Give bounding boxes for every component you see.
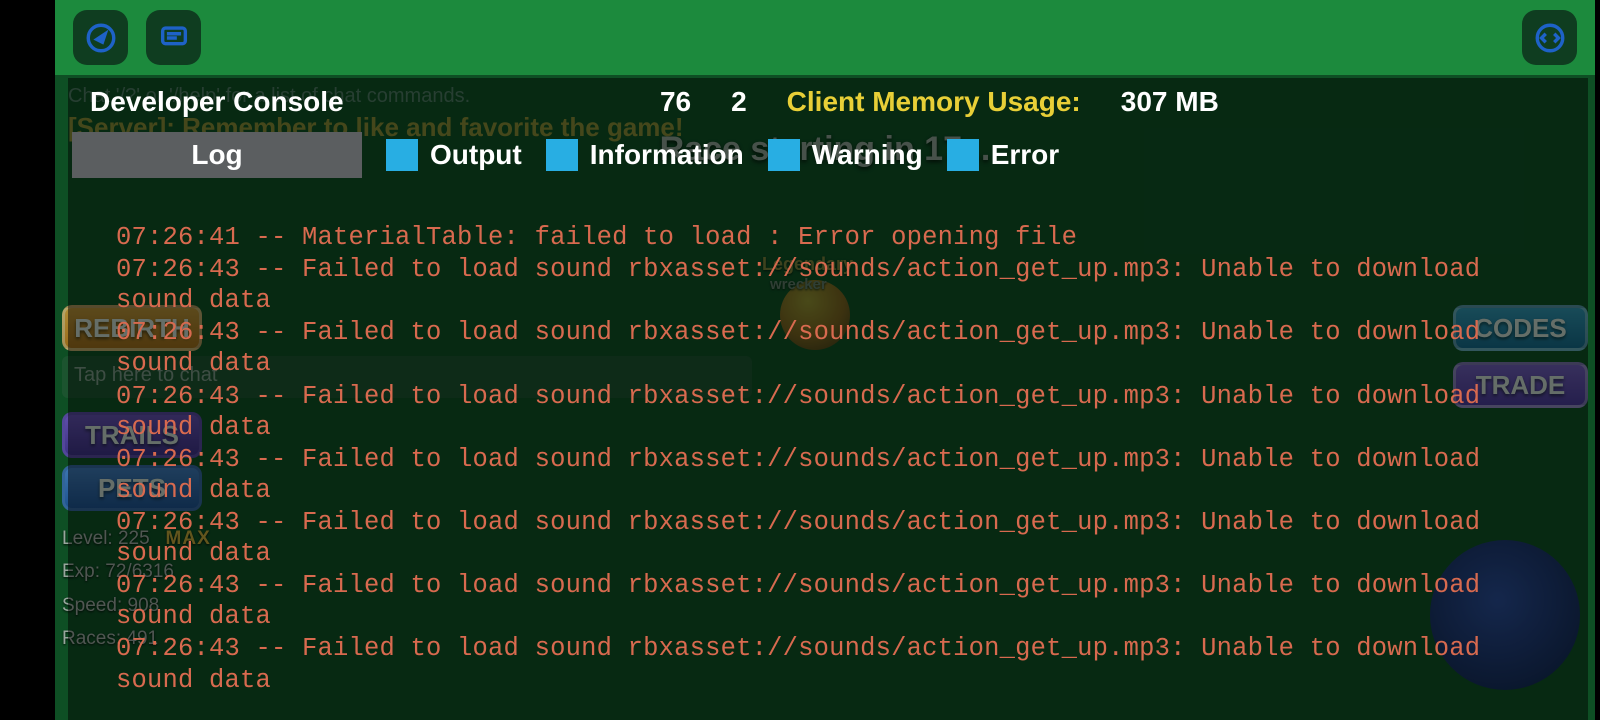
dev-console-title: Developer Console bbox=[90, 86, 344, 118]
top-bar bbox=[55, 0, 1595, 75]
log-entry: 07:26:43 -- Failed to load sound rbxasse… bbox=[116, 317, 1558, 379]
checkbox-icon bbox=[768, 139, 800, 171]
compass-icon[interactable] bbox=[73, 10, 128, 65]
memory-usage-value: 307 MB bbox=[1121, 86, 1219, 118]
chat-icon[interactable] bbox=[146, 10, 201, 65]
filter-error-label: Error bbox=[991, 139, 1059, 171]
filter-information[interactable]: Information bbox=[546, 139, 744, 171]
log-entry: 07:26:43 -- Failed to load sound rbxasse… bbox=[116, 507, 1558, 569]
dev-console-header: Developer Console 76 2 Client Memory Usa… bbox=[68, 78, 1588, 126]
log-entry: 07:26:41 -- MaterialTable: failed to loa… bbox=[116, 222, 1558, 253]
log-entry: 07:26:43 -- Failed to load sound rbxasse… bbox=[116, 570, 1558, 632]
developer-console: Developer Console 76 2 Client Memory Usa… bbox=[68, 78, 1588, 720]
filter-warning[interactable]: Warning bbox=[768, 139, 923, 171]
code-icon[interactable] bbox=[1522, 10, 1577, 65]
filter-information-label: Information bbox=[590, 139, 744, 171]
dev-console-filters: Log Output Information Warning Error bbox=[68, 126, 1588, 184]
log-entry: 07:26:43 -- Failed to load sound rbxasse… bbox=[116, 254, 1558, 316]
filter-warning-label: Warning bbox=[812, 139, 923, 171]
filter-error[interactable]: Error bbox=[947, 139, 1059, 171]
filter-output-label: Output bbox=[430, 139, 522, 171]
checkbox-icon bbox=[947, 139, 979, 171]
filter-output[interactable]: Output bbox=[386, 139, 522, 171]
log-entry: 07:26:43 -- Failed to load sound rbxasse… bbox=[116, 381, 1558, 443]
dev-stat-b: 2 bbox=[731, 86, 747, 118]
dev-console-log[interactable]: 07:26:41 -- MaterialTable: failed to loa… bbox=[68, 194, 1588, 720]
checkbox-icon bbox=[386, 139, 418, 171]
dev-stat-a: 76 bbox=[660, 86, 691, 118]
log-entry: 07:26:43 -- Failed to load sound rbxasse… bbox=[116, 444, 1558, 506]
checkbox-icon bbox=[546, 139, 578, 171]
memory-usage-label: Client Memory Usage: bbox=[787, 86, 1081, 118]
tab-log[interactable]: Log bbox=[72, 132, 362, 178]
log-entry: 07:26:43 -- Failed to load sound rbxasse… bbox=[116, 633, 1558, 695]
